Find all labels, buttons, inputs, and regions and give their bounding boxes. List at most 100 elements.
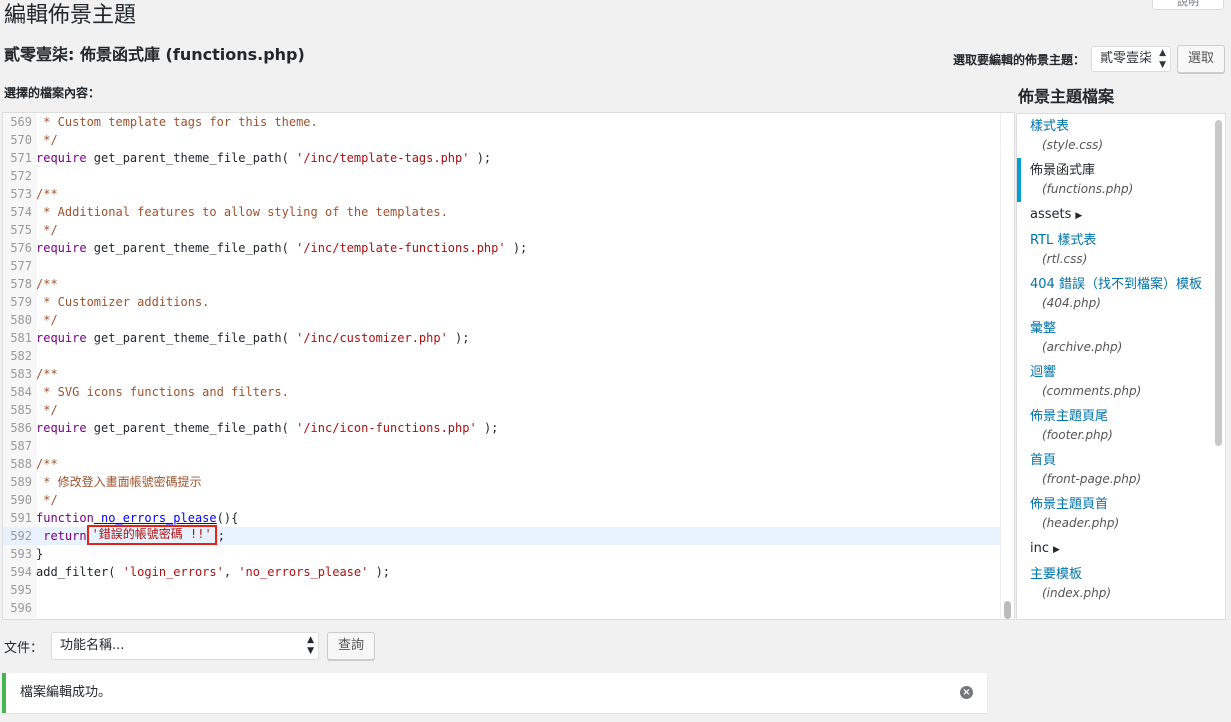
editor-scroll-thumb[interactable] <box>1004 601 1011 619</box>
file-item[interactable]: 樣式表 (style.css) <box>1017 114 1225 158</box>
code-string: '錯誤的帳號密碼 !!' <box>91 527 212 541</box>
line-number: 571 <box>10 151 32 165</box>
select-theme-button[interactable]: 選取 <box>1176 45 1225 73</box>
code-text: get_parent_theme_file_path( <box>86 421 297 435</box>
file-list: 樣式表 (style.css) 佈景函式庫 (functions.php) assets… <box>1017 114 1225 606</box>
code-text: , <box>223 565 239 579</box>
file-item-path: (style.css) <box>1042 138 1104 152</box>
lookup-button[interactable]: 查詢 <box>327 632 376 660</box>
editor-scrollbar[interactable] <box>1000 113 1014 619</box>
code-line[interactable]: 580 */ <box>3 311 1001 329</box>
dismiss-icon[interactable]: × <box>960 686 973 699</box>
file-item-name[interactable]: 樣式表 <box>1030 118 1225 136</box>
sidebar-scroll-thumb[interactable] <box>1215 120 1222 446</box>
code-line[interactable]: 584 * SVG icons functions and filters. <box>3 383 1001 401</box>
file-item-name[interactable]: 佈景主題頁尾 <box>1030 408 1225 426</box>
file-item-name[interactable]: 佈景主題頁首 <box>1030 496 1225 514</box>
code-line[interactable]: 579 * Customizer additions. <box>3 293 1001 311</box>
line-number: 570 <box>10 133 32 147</box>
file-item[interactable]: 主要模板 (index.php) <box>1017 562 1225 606</box>
file-item-name[interactable]: 迴響 <box>1030 364 1225 382</box>
file-item-name[interactable]: 佈景函式庫 <box>1030 162 1225 180</box>
file-item-name[interactable]: 彙整 <box>1030 320 1225 338</box>
line-number: 577 <box>10 259 32 273</box>
code-line[interactable]: 585 */ <box>3 401 1001 419</box>
docs-label: 文件： <box>4 640 44 656</box>
code-line[interactable]: 571 require get_parent_theme_file_path( '… <box>3 149 1001 167</box>
line-number: 573 <box>10 187 32 201</box>
file-item[interactable]: 404 錯誤（找不到檔案）模板 (404.php) <box>1017 272 1225 316</box>
code-line[interactable]: 569 * Custom template tags for this them… <box>3 113 1001 131</box>
code-line[interactable]: 587 <box>3 437 1001 455</box>
code-line[interactable]: 578 /** <box>3 275 1001 293</box>
folder-item-inc[interactable]: inc ▶ <box>1017 536 1225 562</box>
file-item-name[interactable]: 主要模板 <box>1030 566 1225 584</box>
file-item[interactable]: 佈景主題頁尾 (footer.php) <box>1017 404 1225 448</box>
file-item-path: (header.php) <box>1042 516 1120 530</box>
file-item-path: (functions.php) <box>1042 182 1134 196</box>
line-number: 569 <box>10 115 32 129</box>
code-line[interactable]: 595 <box>3 581 1001 599</box>
theme-files-list: 樣式表 (style.css) 佈景函式庫 (functions.php) assets… <box>1016 113 1226 620</box>
theme-select[interactable]: 貳零壹柒 ▲ ▼ <box>1090 46 1171 72</box>
line-number: 582 <box>10 349 32 363</box>
line-number: 579 <box>10 295 32 309</box>
file-item-name[interactable]: RTL 樣式表 <box>1030 232 1225 250</box>
code-lines[interactable]: 569 * Custom template tags for this them… <box>3 113 1014 617</box>
code-keyword: require <box>36 331 87 345</box>
code-line[interactable]: 596 <box>3 599 1001 617</box>
folder-item-assets[interactable]: assets ▶ <box>1017 202 1225 228</box>
line-number: 596 <box>10 601 32 615</box>
code-line[interactable]: 575 */ <box>3 221 1001 239</box>
code-string: '/inc/customizer.php' <box>296 331 448 345</box>
code-line[interactable]: 570 */ <box>3 131 1001 149</box>
file-item[interactable]: 佈景主題頁首 (header.php) <box>1017 492 1225 536</box>
code-line[interactable]: 576 require get_parent_theme_file_path( '… <box>3 239 1001 257</box>
line-number: 594 <box>10 565 32 579</box>
line-number: 580 <box>10 313 32 327</box>
code-line[interactable]: 583 /** <box>3 365 1001 383</box>
sidebar-title: 佈景主題檔案 <box>1018 87 1115 106</box>
code-line[interactable]: 593} <box>3 545 1001 563</box>
code-editor[interactable]: 569 * Custom template tags for this them… <box>2 112 1015 620</box>
code-line[interactable]: 590 */ <box>3 491 1001 509</box>
code-line[interactable]: 577 <box>3 257 1001 275</box>
code-text: get_parent_theme_file_path( <box>86 241 297 255</box>
code-line[interactable]: 592 return '錯誤的帳號密碼 !!'; <box>3 525 1001 545</box>
line-number: 578 <box>10 277 32 291</box>
file-item[interactable]: 彙整 (archive.php) <box>1017 316 1225 360</box>
highlight-box: '錯誤的帳號密碼 !!' <box>86 525 217 545</box>
code-line[interactable]: 572 <box>3 167 1001 185</box>
file-item-name[interactable]: 404 錯誤（找不到檔案）模板 <box>1030 276 1225 294</box>
code-text: get_parent_theme_file_path( <box>86 331 297 345</box>
line-number: 584 <box>10 385 32 399</box>
code-comment: * SVG icons functions and filters. <box>36 385 289 399</box>
file-item[interactable]: 迴響 (comments.php) <box>1017 360 1225 404</box>
code-line[interactable]: 586 require get_parent_theme_file_path( '… <box>3 419 1001 437</box>
help-tab[interactable]: 說明 <box>1152 0 1224 10</box>
docs-function-select[interactable]: 功能名稱... ▲ ▼ <box>51 632 320 660</box>
code-function-name: no_errors_please <box>93 511 217 525</box>
code-line[interactable]: 594 add_filter( 'login_errors', 'no_error… <box>3 563 1001 581</box>
code-string: '/inc/template-functions.php' <box>296 241 506 255</box>
file-item[interactable]: 佈景函式庫 (functions.php) <box>1017 158 1225 202</box>
code-line[interactable]: 574 * Additional features to allow styli… <box>3 203 1001 221</box>
file-item-name[interactable]: 首頁 <box>1030 452 1225 470</box>
code-keyword: require <box>36 151 87 165</box>
code-comment: */ <box>36 403 58 417</box>
code-line[interactable]: 581 require get_parent_theme_file_path( '… <box>3 329 1001 347</box>
code-text: ); <box>368 565 391 579</box>
select-arrows-icon: ▲ ▼ <box>1159 48 1166 70</box>
folder-name: assets <box>1030 207 1072 222</box>
code-string: '/inc/icon-functions.php' <box>296 421 477 435</box>
code-comment: /** <box>36 367 58 381</box>
code-line[interactable]: 582 <box>3 347 1001 365</box>
file-item-path: (comments.php) <box>1042 384 1142 398</box>
code-line[interactable]: 589 * 修改登入畫面帳號密碼提示 <box>3 473 1001 491</box>
code-line[interactable]: 588 /** <box>3 455 1001 473</box>
line-number: 588 <box>10 457 32 471</box>
file-item[interactable]: 首頁 (front-page.php) <box>1017 448 1225 492</box>
file-item-path: (index.php) <box>1042 586 1112 600</box>
code-line[interactable]: 573 /** <box>3 185 1001 203</box>
file-item[interactable]: RTL 樣式表 (rtl.css) <box>1017 228 1225 272</box>
